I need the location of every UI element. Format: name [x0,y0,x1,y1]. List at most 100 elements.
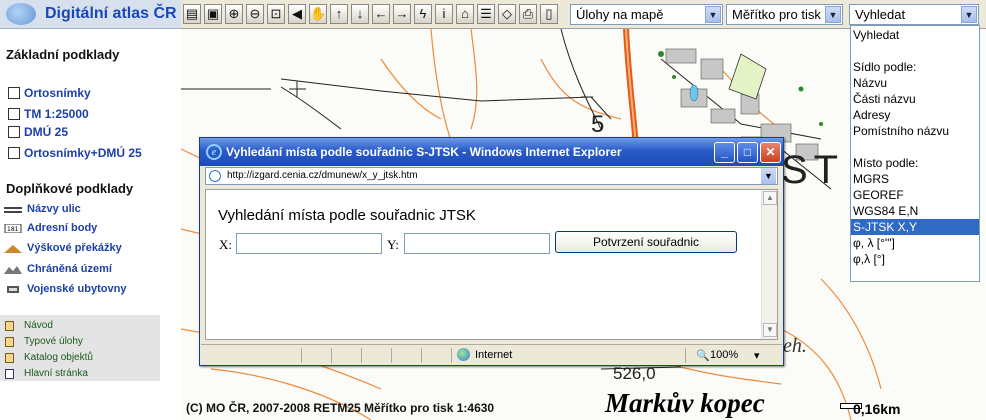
chevron-down-icon[interactable]: ▼ [825,6,841,23]
dropdown-option[interactable]: S-JTSK X,Y [851,219,979,235]
supp-layer-military-lodging[interactable]: Vojenské ubytovny [4,283,126,295]
supp-layer-street-names[interactable]: Názvy ulic [4,203,81,215]
checkbox-icon[interactable] [8,126,20,138]
measure-icon[interactable]: ⌂ [456,4,474,24]
map-copyright: (C) MO ČR, 2007-2008 RETM25 Měřítko pro … [186,401,495,415]
dropdown-option[interactable]: Adresy [851,107,979,123]
arrow-right-icon[interactable]: → [393,4,411,24]
chevron-down-icon[interactable]: ▼ [961,6,977,23]
eraser-icon[interactable]: ◇ [498,4,516,24]
chevron-down-icon[interactable]: ▼ [705,6,721,23]
map-label-elevation: 526,0 [613,364,656,383]
app-logo[interactable]: Digitální atlas ČR [0,0,181,29]
x-label: X: [219,237,232,252]
supp-layer-address-points[interactable]: 181 Adresní body [4,222,97,234]
map-label-st: ST [781,148,844,192]
legend-icon[interactable]: ▣ [204,4,222,24]
zoom-rect-icon[interactable]: ⊡ [267,4,285,24]
link-home-page[interactable]: Hlavní stránka [5,368,88,379]
dropdown-option[interactable]: Části názvu [851,91,979,107]
svg-text:181: 181 [7,226,19,233]
left-panel: Digitální atlas ČR Základní podklady Ort… [0,0,181,420]
search-select-value: Vyhledat [855,7,906,22]
info-icon[interactable]: i [435,4,453,24]
supp-layer-protected-areas[interactable]: Chráněná území [4,263,112,275]
scroll-down-icon[interactable]: ▼ [763,323,777,337]
map-place-name: Markův kopec [605,388,765,418]
zoom-in-icon[interactable]: ⊕ [225,4,243,24]
back-icon[interactable]: ◀ [288,4,306,24]
base-layer-label: TM 1:25000 [24,107,89,121]
dropdown-option[interactable]: Vyhledat [851,27,979,43]
vertical-scrollbar[interactable]: ▲ ▼ [761,190,777,339]
window-titlebar[interactable]: e Vyhledání místa podle souřadnic S-JTSK… [200,138,783,166]
zoom-level[interactable]: 100% [710,349,738,361]
link-label: Typové úlohy [24,336,83,347]
base-layer-label: DMÚ 25 [24,125,69,139]
checkbox-icon[interactable] [8,147,20,159]
chevron-down-icon[interactable]: ▾ [754,349,760,362]
base-layer-tm25[interactable]: TM 1:25000 [8,107,89,121]
link-object-catalog[interactable]: Katalog objektů [5,352,93,363]
dropdown-option[interactable] [851,139,979,155]
height-obstacles-icon [4,244,22,253]
confirm-coordinates-button[interactable]: Potvrzení souřadnic [555,231,737,253]
zoom-out-icon[interactable]: ⊖ [246,4,264,24]
dropdown-option[interactable]: Názvu [851,75,979,91]
search-dropdown-list: Vyhledat Sídlo podle: Názvu Části názvu Adre… [850,25,980,282]
checkbox-icon[interactable] [8,108,20,120]
dropdown-option[interactable]: φ,λ [°] [851,251,979,267]
print-icon[interactable]: ⎙ [519,4,537,24]
link-typical-tasks[interactable]: Typové úlohy [5,336,83,347]
map-label-number: 5 [591,111,604,138]
arrow-left-icon[interactable]: ← [372,4,390,24]
dropdown-option[interactable]: Pomístního názvu [851,123,979,139]
dropdown-option[interactable]: φ, λ [°'"] [851,235,979,251]
tasks-select[interactable]: Úlohy na mapě ▼ [570,4,723,25]
chevron-down-icon[interactable]: ▼ [761,168,776,184]
dropdown-option[interactable]: GEOREF [851,187,979,203]
supplementary-layers-title: Doplňkové podklady [6,181,134,196]
print-scale-select[interactable]: Měřítko pro tisk ▼ [726,4,843,25]
dropdown-option[interactable]: WGS84 E,N [851,203,979,219]
link-guide[interactable]: Návod [5,320,53,331]
y-coordinate-input[interactable] [404,233,550,254]
layers-icon[interactable]: ▤ [183,4,201,24]
search-select[interactable]: Vyhledat ▼ [849,4,979,25]
arrow-down-icon[interactable]: ↓ [351,4,369,24]
status-bar: Internet 🔍 100% ▾ [201,344,782,365]
base-layer-dmu25[interactable]: DMÚ 25 [8,125,68,139]
minimize-button[interactable]: _ [714,142,735,163]
maximize-button[interactable]: □ [737,142,758,163]
dropdown-option[interactable] [851,43,979,59]
bookmark-icon[interactable]: ▯ [540,4,558,24]
page-icon [209,170,221,182]
link-label: Katalog objektů [24,352,93,363]
base-layer-ortho[interactable]: Ortosnímky [8,86,91,100]
x-coordinate-input[interactable] [236,233,382,254]
pan-hand-icon[interactable]: ✋ [309,4,327,24]
arrow-up-icon[interactable]: ↑ [330,4,348,24]
address-bar[interactable]: http://izgard.cenia.cz/dmunew/x_y_jtsk.h… [205,167,778,185]
scroll-up-icon[interactable]: ▲ [763,191,777,205]
page-heading: Vyhledání místa podle souřadnic JTSK [218,207,476,224]
supp-layer-label: Výškové překážky [27,242,122,254]
address-points-icon: 181 [4,223,22,233]
close-button[interactable]: ✕ [760,142,781,163]
base-layer-label: Ortosnímky+DMÚ 25 [24,146,142,160]
ruler-icon[interactable]: ☰ [477,4,495,24]
lightning-icon[interactable]: ϟ [414,4,432,24]
dropdown-option[interactable]: Místo podle: [851,155,979,171]
protected-areas-icon [4,265,22,274]
document-icon [5,320,14,331]
checkbox-icon[interactable] [8,87,20,99]
link-label: Hlavní stránka [24,368,88,379]
document-icon [5,336,14,347]
map-label-eh: eh. [783,335,807,357]
supp-layer-label: Názvy ulic [27,203,81,215]
dropdown-option[interactable]: Sídlo podle: [851,59,979,75]
supp-layer-height-obstacles[interactable]: Výškové překážky [4,242,122,254]
street-names-icon [4,206,22,213]
dropdown-option[interactable]: MGRS [851,171,979,187]
base-layer-ortho-dmu25[interactable]: Ortosnímky+DMÚ 25 [8,146,142,160]
